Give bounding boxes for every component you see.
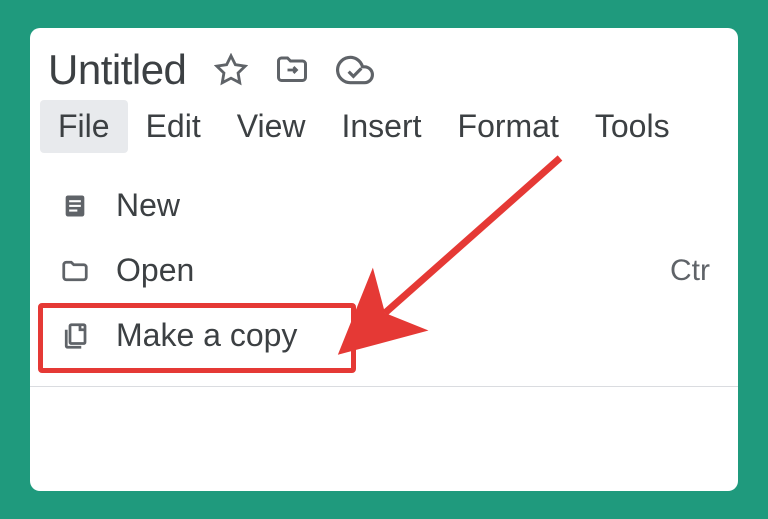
dropdown-item-label: New: [116, 187, 710, 224]
cloud-saved-icon[interactable]: [336, 51, 374, 89]
document-title[interactable]: Untitled: [48, 46, 186, 94]
dropdown-item-open[interactable]: Open Ctr: [30, 238, 738, 303]
menubar: File Edit View Insert Format Tools: [30, 100, 738, 153]
app-window: Untitled File Edit V: [30, 28, 738, 491]
copy-icon: [58, 319, 92, 353]
dropdown-item-make-copy[interactable]: Make a copy: [30, 303, 738, 368]
menu-view[interactable]: View: [219, 100, 324, 153]
file-dropdown: New Open Ctr Make a copy: [30, 153, 738, 387]
title-bar: Untitled: [30, 28, 738, 100]
menu-file[interactable]: File: [40, 100, 128, 153]
dropdown-item-label: Open: [116, 252, 646, 289]
dropdown-item-label: Make a copy: [116, 317, 710, 354]
menu-edit[interactable]: Edit: [128, 100, 219, 153]
dropdown-shortcut: Ctr: [670, 254, 710, 288]
star-icon[interactable]: [214, 53, 248, 87]
menu-tools[interactable]: Tools: [577, 100, 688, 153]
folder-icon: [58, 254, 92, 288]
menu-insert[interactable]: Insert: [323, 100, 439, 153]
doc-icon: [58, 189, 92, 223]
menu-format[interactable]: Format: [440, 100, 577, 153]
dropdown-item-new[interactable]: New: [30, 173, 738, 238]
title-icons: [214, 51, 374, 89]
menu-divider: [30, 386, 738, 387]
move-folder-icon[interactable]: [274, 52, 310, 88]
